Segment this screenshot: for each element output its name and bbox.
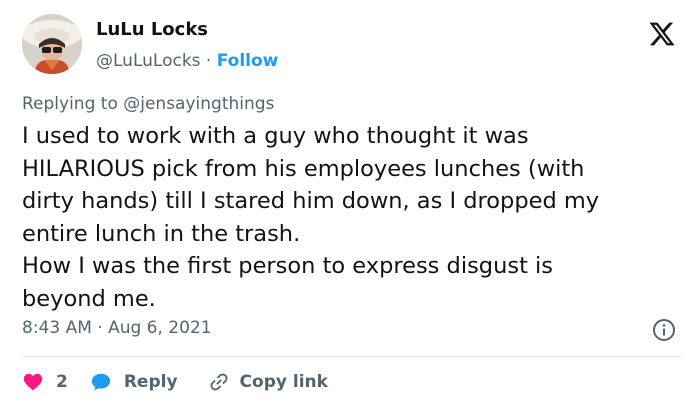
like-button[interactable]: 2 [22,370,68,394]
avatar[interactable] [22,14,82,74]
action-bar: 2 Reply Copy link [22,368,328,396]
copy-link-button[interactable]: Copy link [208,370,328,394]
reply-label: Reply [123,372,178,392]
divider [22,356,682,357]
reply-button[interactable]: Reply [90,370,178,394]
handle[interactable]: @LuLuLocks [96,51,201,71]
x-logo-icon[interactable] [648,20,676,48]
tweet-header: LuLu Locks @LuLuLocks · Follow [22,14,682,80]
info-icon[interactable] [652,318,676,342]
tweet-text: I used to work with a guy who thought it… [22,123,600,312]
heart-icon [23,373,43,391]
timestamp[interactable]: 8:43 AM · Aug 6, 2021 [22,316,212,340]
copy-link-label: Copy link [239,372,328,392]
speech-bubble-icon [91,373,111,391]
handle-row: @LuLuLocks · Follow [96,48,278,74]
author-block: LuLu Locks @LuLuLocks · Follow [96,18,278,74]
like-count: 2 [56,372,68,392]
display-name[interactable]: LuLu Locks [96,18,278,42]
replying-to[interactable]: Replying to @jensayingthings [22,92,274,116]
follow-button[interactable]: Follow [217,51,279,71]
link-icon [210,373,228,391]
separator: · [200,51,217,71]
